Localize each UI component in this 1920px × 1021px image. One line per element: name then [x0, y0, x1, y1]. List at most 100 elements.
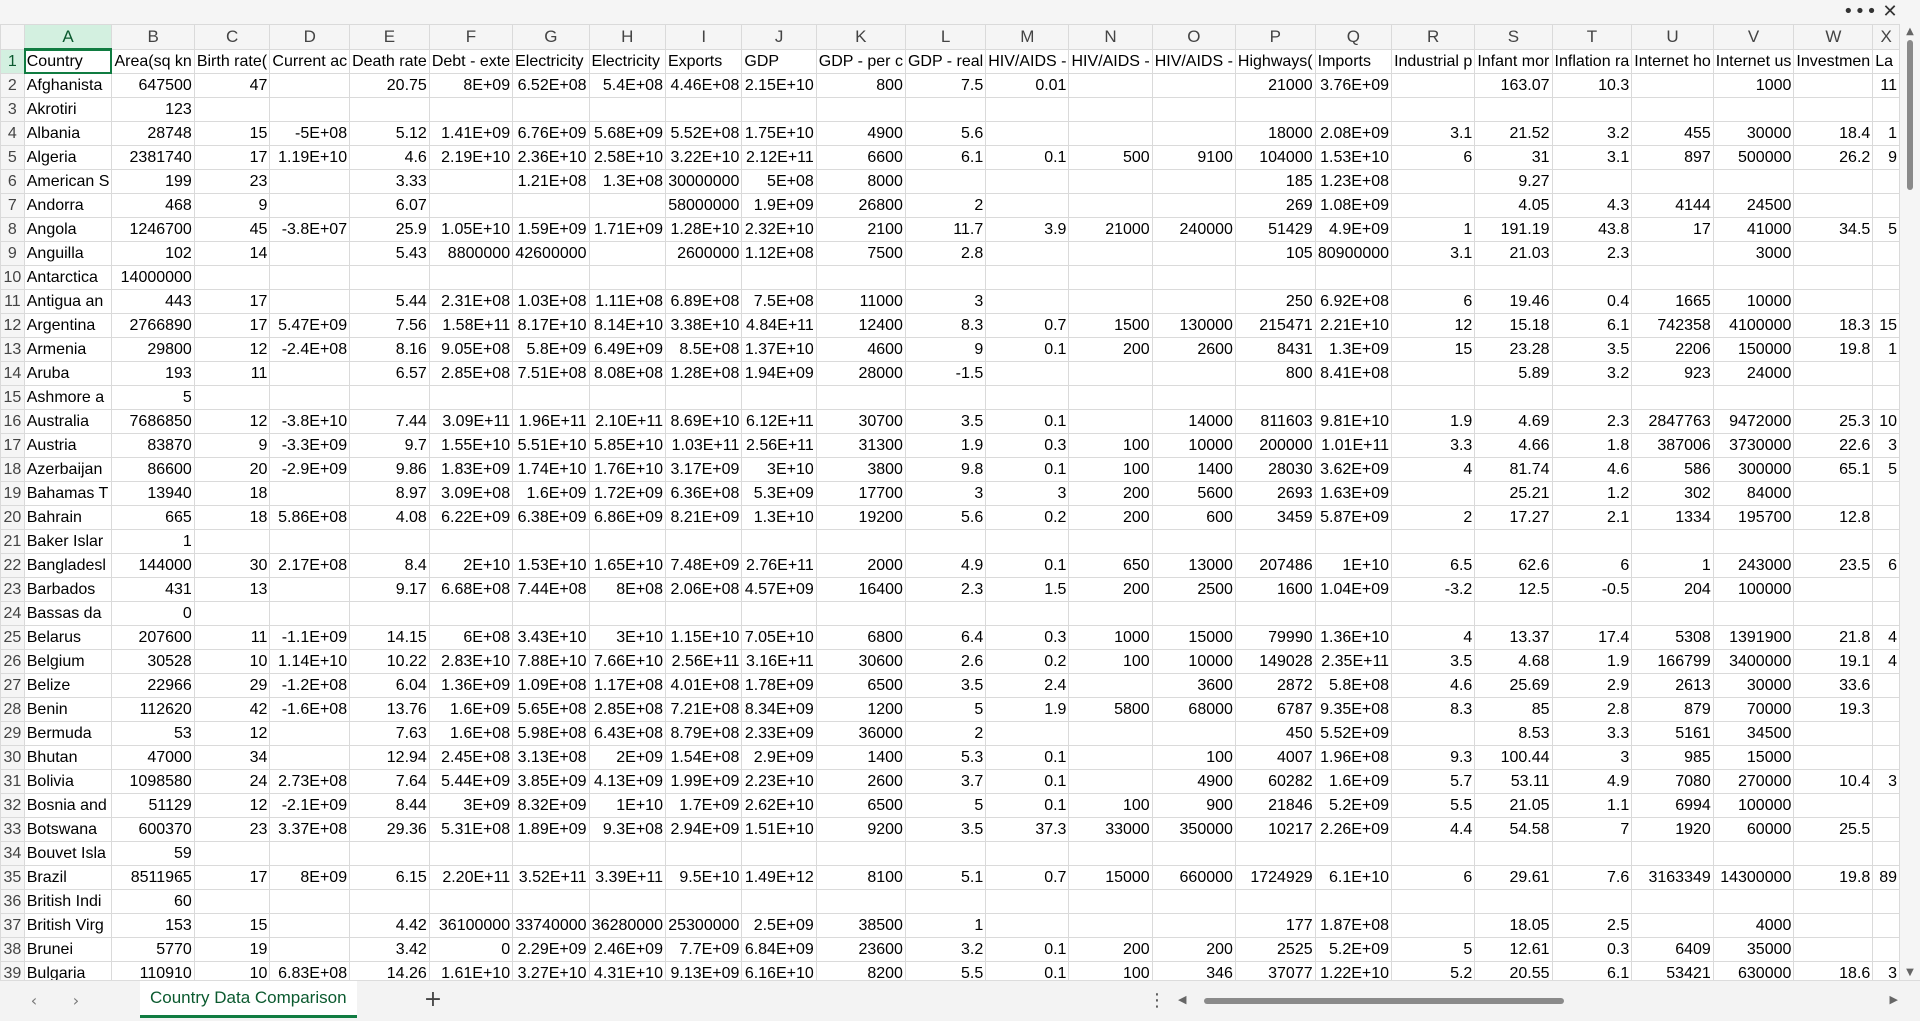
cell[interactable] — [1872, 673, 1900, 698]
cell[interactable] — [1793, 937, 1874, 962]
cell[interactable] — [269, 529, 351, 554]
cell[interactable]: 468 — [111, 193, 195, 218]
cell[interactable] — [1793, 385, 1874, 410]
cell[interactable]: 5770 — [111, 937, 195, 962]
cell[interactable]: -3.2 — [1391, 577, 1476, 602]
cell[interactable]: 1.51E+10 — [741, 817, 817, 842]
cell[interactable] — [512, 841, 590, 866]
cell[interactable]: 3.3 — [1391, 433, 1476, 458]
cell[interactable]: 193 — [111, 361, 195, 386]
cell[interactable]: 5.44 — [349, 289, 430, 314]
cell[interactable]: 2500 — [1151, 577, 1236, 602]
cell[interactable] — [269, 577, 351, 602]
cell[interactable] — [1793, 889, 1874, 914]
cell[interactable]: 300000 — [1712, 457, 1795, 482]
cell[interactable]: 9.35E+08 — [1314, 697, 1393, 722]
cell[interactable] — [1712, 97, 1795, 122]
cell[interactable]: 3.52E+11 — [512, 865, 590, 890]
cell[interactable]: 5.4E+08 — [588, 73, 666, 98]
cell[interactable]: 81.74 — [1474, 457, 1553, 482]
cell[interactable]: 8E+09 — [269, 865, 351, 890]
cell[interactable]: GDP - real — [904, 48, 987, 74]
cell[interactable] — [1551, 265, 1633, 290]
horizontal-scroll-track[interactable] — [1194, 998, 1882, 1004]
cell[interactable]: 6.36E+08 — [664, 481, 743, 506]
row-header[interactable]: 8 — [0, 217, 25, 242]
cell[interactable]: 3.33 — [349, 169, 430, 194]
cell[interactable]: 8.34E+09 — [741, 697, 817, 722]
cell[interactable]: 21.05 — [1474, 793, 1553, 818]
cell[interactable]: Brazil — [23, 865, 113, 890]
cell[interactable] — [1872, 817, 1900, 842]
cell[interactable]: 199 — [111, 169, 195, 194]
column-header[interactable]: D — [269, 24, 351, 50]
cell[interactable]: 6600 — [815, 145, 906, 170]
cell[interactable]: 8.53 — [1474, 721, 1553, 746]
cell[interactable] — [1872, 97, 1900, 122]
cell[interactable]: 1.21E+08 — [512, 169, 590, 194]
cell[interactable] — [1068, 289, 1153, 314]
cell[interactable]: 500 — [1068, 145, 1153, 170]
cell[interactable]: 600 — [1151, 505, 1236, 530]
cell[interactable]: 42600000 — [512, 241, 590, 266]
cell[interactable]: 8000 — [815, 169, 906, 194]
cell[interactable] — [428, 841, 514, 866]
cell[interactable]: 7.56 — [349, 313, 430, 338]
cell[interactable]: 12 — [1391, 313, 1476, 338]
cell[interactable]: 7.88E+10 — [512, 649, 590, 674]
cell[interactable]: 1.71E+09 — [588, 217, 666, 242]
cell[interactable] — [1872, 697, 1900, 722]
cell[interactable]: 2206 — [1631, 337, 1714, 362]
cell[interactable]: 25.9 — [349, 217, 430, 242]
cell[interactable] — [428, 265, 514, 290]
cell[interactable]: 1.28E+10 — [664, 217, 743, 242]
cell[interactable] — [512, 265, 590, 290]
scroll-right-icon[interactable]: ▶ — [1890, 993, 1898, 1006]
cell[interactable]: 200 — [1068, 481, 1153, 506]
cell[interactable]: 13940 — [111, 481, 195, 506]
cell[interactable] — [1391, 73, 1476, 98]
cell[interactable]: 18.6 — [1793, 961, 1874, 980]
cell[interactable]: 897 — [1631, 145, 1714, 170]
cell[interactable]: 15 — [1391, 337, 1476, 362]
cell[interactable] — [904, 601, 987, 626]
cell[interactable]: GDP — [741, 48, 817, 74]
cell[interactable]: 1.61E+10 — [428, 961, 514, 980]
cell[interactable]: 3 — [1872, 433, 1900, 458]
cell[interactable]: 6 — [1551, 553, 1633, 578]
cell[interactable]: 16400 — [815, 577, 906, 602]
cell[interactable]: 1.03E+11 — [664, 433, 743, 458]
column-header[interactable]: T — [1551, 24, 1633, 50]
cell[interactable]: Bassas da — [23, 601, 113, 626]
cell[interactable]: 8E+09 — [428, 73, 514, 98]
cell[interactable] — [1474, 385, 1553, 410]
cell[interactable]: Aruba — [23, 361, 113, 386]
cell[interactable] — [1793, 745, 1874, 770]
cell[interactable]: 1.14E+10 — [269, 649, 351, 674]
cell[interactable]: Highways( — [1234, 48, 1316, 74]
cell[interactable] — [193, 841, 271, 866]
cell[interactable]: La — [1872, 48, 1900, 74]
cell[interactable]: 4 — [1391, 625, 1476, 650]
cell[interactable] — [269, 937, 351, 962]
cell[interactable]: Internet us — [1712, 48, 1795, 74]
cell[interactable]: 5 — [904, 697, 987, 722]
cell[interactable]: 6.5 — [1391, 553, 1476, 578]
row-header[interactable]: 16 — [0, 409, 25, 434]
cell[interactable] — [1872, 169, 1900, 194]
cell[interactable]: 2600 — [1151, 337, 1236, 362]
cell[interactable]: 600370 — [111, 817, 195, 842]
cell[interactable]: 3.09E+08 — [428, 481, 514, 506]
cell[interactable]: 1 — [1872, 121, 1900, 146]
cell[interactable]: 800 — [1234, 361, 1316, 386]
cell[interactable]: 2.15E+10 — [741, 73, 817, 98]
row-header[interactable]: 18 — [0, 457, 25, 482]
cell[interactable]: 1.59E+09 — [512, 217, 590, 242]
row-header[interactable]: 15 — [0, 385, 25, 410]
cell[interactable]: 18 — [193, 481, 271, 506]
horizontal-scroll-thumb[interactable] — [1204, 998, 1564, 1004]
cell[interactable]: 1 — [904, 913, 987, 938]
cell[interactable]: 5.7 — [1391, 769, 1476, 794]
cell[interactable]: 923 — [1631, 361, 1714, 386]
cell[interactable]: 8.3 — [1391, 697, 1476, 722]
